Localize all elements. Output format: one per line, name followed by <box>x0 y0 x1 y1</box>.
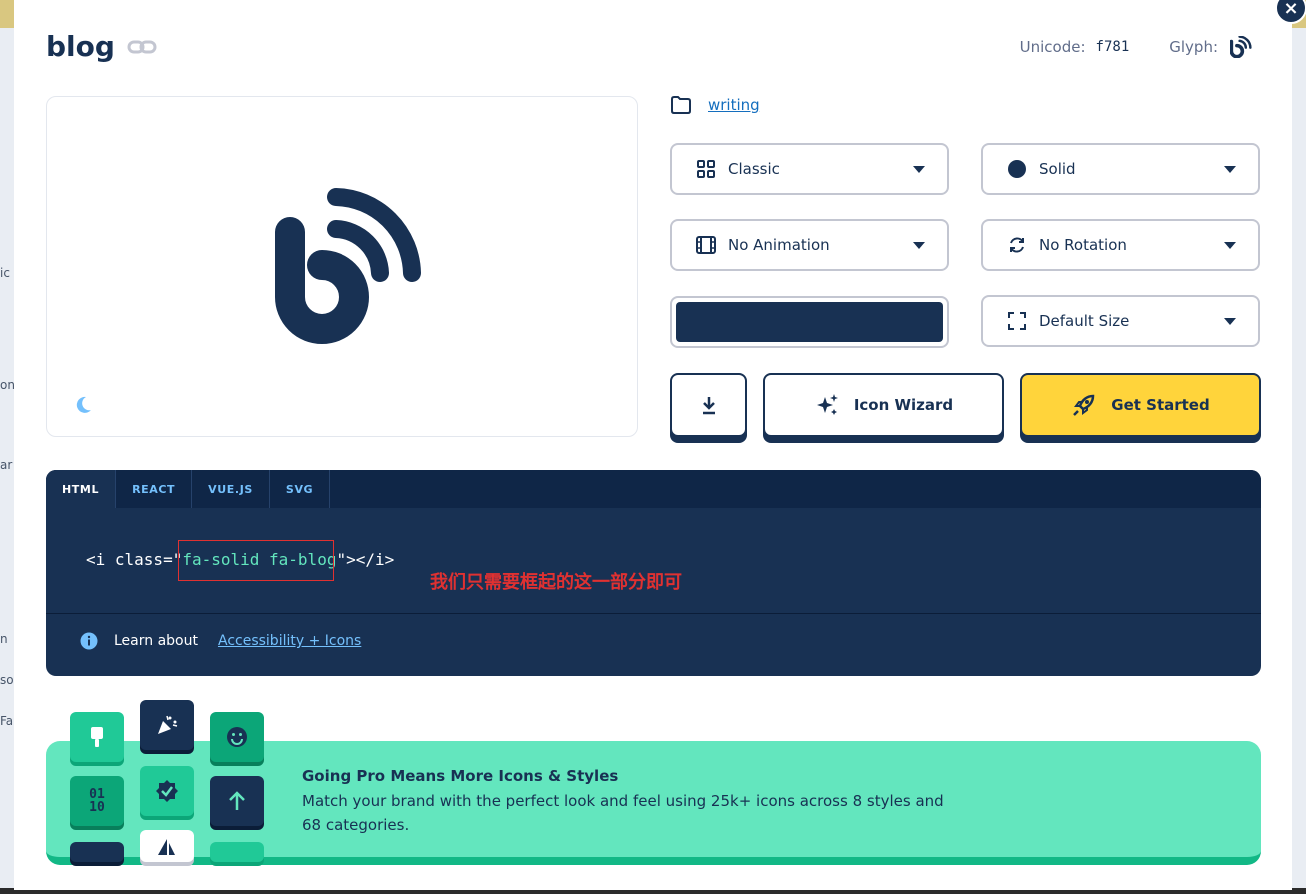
modal-header: blog <box>46 30 157 63</box>
code-panel: HTML REACT VUE.JS SVG <i class="fa-solid… <box>46 470 1261 676</box>
download-button[interactable] <box>670 373 747 437</box>
chevron-down-icon <box>1224 317 1236 325</box>
calendar-tile <box>210 842 264 862</box>
icon-detail-modal: blog Unicode: f781 Glyph: writing Classi… <box>14 0 1292 890</box>
sparkles-icon <box>816 394 838 415</box>
style-select[interactable]: Solid <box>981 143 1260 195</box>
tab-html[interactable]: HTML <box>46 470 117 508</box>
code-tabs: HTML REACT VUE.JS SVG <box>46 470 1261 508</box>
moon-icon[interactable] <box>73 395 93 415</box>
category-row: writing <box>670 96 760 114</box>
family-select-value: Classic <box>728 160 780 178</box>
get-started-button[interactable]: Get Started <box>1020 373 1261 437</box>
chevron-down-icon <box>913 165 925 173</box>
chevron-down-icon <box>1224 241 1236 249</box>
family-select[interactable]: Classic <box>670 143 949 195</box>
code-prefix: <i class=" <box>86 550 183 569</box>
promo-title: Going Pro Means More Icons & Styles <box>302 767 619 785</box>
style-select-value: Solid <box>1039 160 1076 178</box>
size-select[interactable]: Default Size <box>981 295 1260 347</box>
rocket-icon <box>1073 394 1095 416</box>
background-snippet: so <box>0 673 14 687</box>
icon-title: blog <box>46 30 115 63</box>
icon-wizard-label: Icon Wizard <box>853 396 954 414</box>
blog-icon <box>275 188 421 344</box>
background-snippet: ic <box>0 266 10 280</box>
code-suffix: "></i> <box>336 550 395 569</box>
background-left-strip: ic on ar n so Fa <box>0 28 15 894</box>
film-icon <box>696 236 716 254</box>
paintbrush-icon <box>91 727 103 747</box>
icon-preview-panel <box>46 96 638 437</box>
glyph-label: Glyph: <box>1169 38 1218 56</box>
folder-icon <box>671 96 691 114</box>
info-icon <box>80 632 98 650</box>
binary-tile: 01 10 <box>70 776 124 826</box>
tab-react[interactable]: REACT <box>116 470 193 508</box>
animation-select[interactable]: No Animation <box>670 219 949 271</box>
annotation-text: 我们只需要框起的这一部分即可 <box>430 572 682 593</box>
animation-select-value: No Animation <box>728 236 830 254</box>
download-icon <box>702 397 715 415</box>
chevron-down-icon <box>1224 165 1236 173</box>
get-started-label: Get Started <box>1111 396 1210 414</box>
blog-glyph-icon[interactable] <box>1230 36 1252 58</box>
solid-circle-icon <box>1008 160 1026 178</box>
icon-meta: Unicode: f781 Glyph: <box>1020 36 1252 58</box>
background-snippet: Fa <box>0 714 14 728</box>
binary-icon: 01 10 <box>89 787 105 815</box>
badge-check-icon <box>156 780 178 802</box>
category-link-writing[interactable]: writing <box>708 96 760 114</box>
smile-icon <box>227 727 247 747</box>
paintbrush-tile <box>70 712 124 762</box>
party-tile <box>140 700 194 750</box>
unicode-label: Unicode: <box>1019 38 1086 56</box>
sailboat-tile <box>140 830 194 862</box>
promo-description: Match your brand with the perfect look a… <box>302 792 944 834</box>
smile-tile <box>210 712 264 762</box>
background-snippet: on <box>0 378 15 392</box>
icon-wizard-button[interactable]: Icon Wizard <box>763 373 1004 437</box>
chevron-down-icon <box>913 241 925 249</box>
badge-tile <box>140 766 194 816</box>
party-popper-icon <box>158 715 178 734</box>
background-right-strip <box>1292 28 1306 894</box>
learn-about-label: Learn about <box>114 633 198 649</box>
color-swatch <box>676 302 943 342</box>
accessibility-link[interactable]: Accessibility + Icons <box>218 633 361 649</box>
sailboat-icon <box>158 839 175 855</box>
grid-icon <box>697 160 715 178</box>
rotation-select-value: No Rotation <box>1039 236 1127 254</box>
highlight-box <box>178 540 334 581</box>
tab-vuejs[interactable]: VUE.JS <box>192 470 270 508</box>
learn-about-row: Learn about Accessibility + Icons <box>80 632 361 650</box>
size-select-value: Default Size <box>1039 312 1130 330</box>
rotate-icon <box>1010 237 1024 253</box>
expand-icon <box>1008 312 1026 330</box>
background-snippet: ar <box>0 458 13 472</box>
arrow-up-icon <box>229 791 245 810</box>
color-picker[interactable] <box>670 296 949 348</box>
partial-tile <box>70 842 124 862</box>
tab-svg[interactable]: SVG <box>270 470 331 508</box>
code-divider <box>46 613 1261 614</box>
arrow-up-tile <box>210 776 264 826</box>
background-snippet: n <box>0 632 8 646</box>
link-icon[interactable] <box>127 37 157 57</box>
rotation-select[interactable]: No Rotation <box>981 219 1260 271</box>
unicode-value[interactable]: f781 <box>1096 39 1130 55</box>
